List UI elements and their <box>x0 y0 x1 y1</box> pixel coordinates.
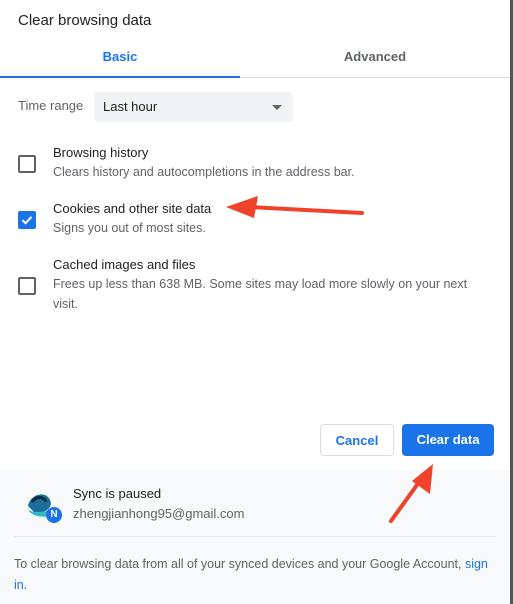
annotation-arrows <box>226 196 433 523</box>
annotation-arrow-clear-data <box>389 464 433 523</box>
annotation-arrow-cookies <box>226 196 364 218</box>
